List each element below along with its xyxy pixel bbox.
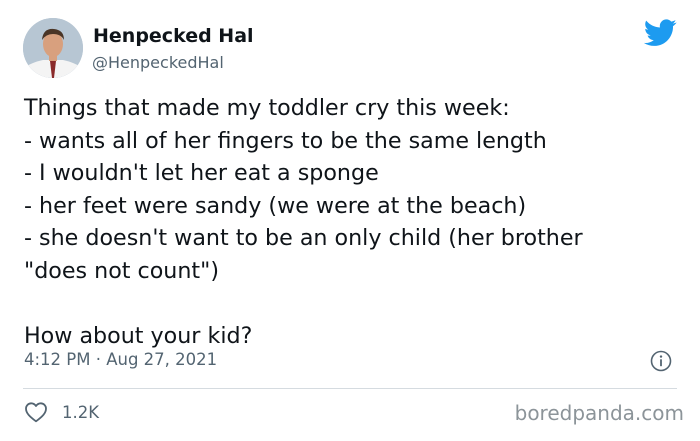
tweet-text: Things that made my toddler cry this wee… xyxy=(24,92,684,352)
tweet-timestamp[interactable]: 4:12 PM · Aug 27, 2021 xyxy=(24,350,217,369)
author-name[interactable]: Henpecked Hal xyxy=(93,25,254,47)
tweet-line: Things that made my toddler cry this wee… xyxy=(24,95,510,121)
tweet-line: How about your kid? xyxy=(24,322,253,349)
like-count: 1.2K xyxy=(62,402,100,422)
author-handle[interactable]: @HenpeckedHal xyxy=(92,53,224,72)
like-button[interactable]: 1.2K xyxy=(24,400,99,424)
tweet-line: - I wouldn't let her eat a sponge xyxy=(24,160,379,186)
watermark: boredpanda.com xyxy=(514,401,684,425)
tweet-line: - she doesn't want to be an only child (… xyxy=(24,225,583,251)
divider xyxy=(23,388,677,389)
heart-icon[interactable] xyxy=(24,401,48,423)
info-icon[interactable] xyxy=(650,350,672,372)
twitter-bird-icon[interactable] xyxy=(644,19,677,47)
tweet-line: "does not count") xyxy=(24,257,219,284)
tweet-line: - wants all of her fingers to be the sam… xyxy=(24,127,547,154)
tweet-line: - her feet were sandy (we were at the be… xyxy=(24,192,527,219)
avatar[interactable] xyxy=(23,18,83,78)
